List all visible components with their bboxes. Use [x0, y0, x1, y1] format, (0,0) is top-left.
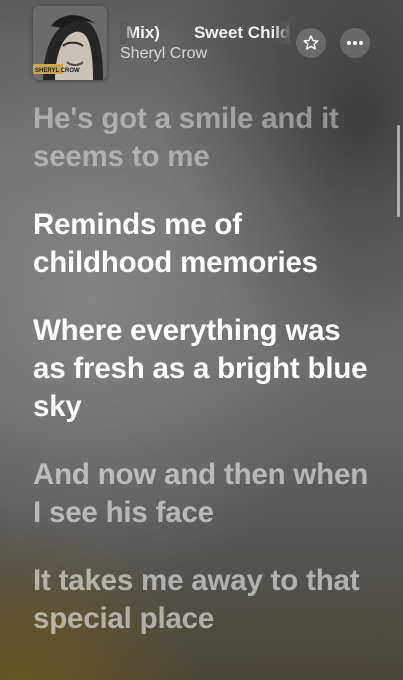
lyric-line[interactable]: And now and then when I see his face [33, 456, 373, 532]
now-playing-header: SHERYL CROW w Mix)Sweet Child Sheryl Cro… [0, 0, 403, 90]
ellipsis-icon [347, 41, 363, 45]
marquee-fade-left [120, 22, 136, 44]
more-options-button[interactable] [340, 28, 370, 58]
album-artwork[interactable]: SHERYL CROW [33, 6, 107, 80]
artist-name[interactable]: Sheryl Crow [120, 45, 207, 63]
album-artwork-image: SHERYL CROW [33, 6, 107, 80]
favorite-button[interactable] [296, 28, 326, 58]
lyric-line[interactable]: It takes me away to that special place [33, 562, 373, 638]
lyric-line[interactable]: He's got a smile and it seems to me [33, 100, 373, 176]
lyrics-view[interactable]: He's got a smile and it seems to me Remi… [33, 100, 373, 668]
song-title-marquee: w Mix)Sweet Child [120, 22, 290, 44]
lyric-line[interactable]: Reminds me of childhood memories [33, 206, 373, 282]
marquee-fade-right [274, 22, 290, 44]
artwork-label: SHERYL CROW [35, 68, 80, 74]
lyrics-scrollbar[interactable] [397, 125, 400, 217]
star-icon [303, 35, 319, 50]
lyric-line[interactable]: Where everything was as fresh as a brigh… [33, 312, 373, 426]
